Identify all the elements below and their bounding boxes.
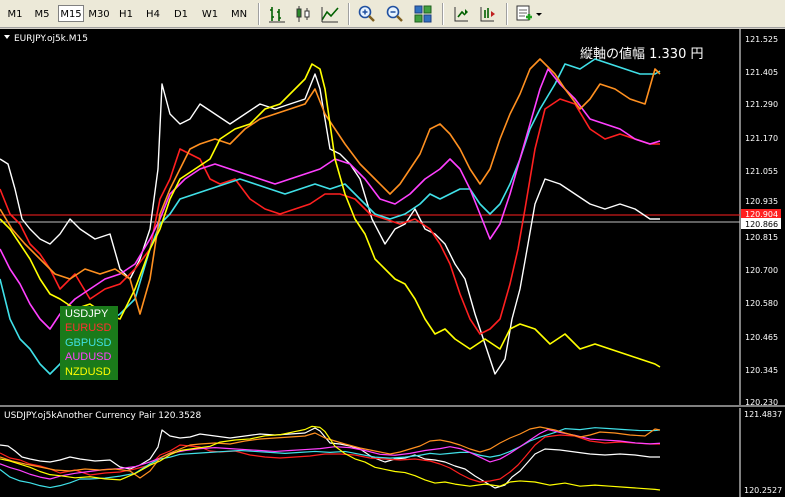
price-tick-label: 120.465 — [745, 333, 778, 342]
auto-scroll-icon[interactable] — [450, 3, 472, 25]
price-tick-label: 120.700 — [745, 266, 778, 275]
timeframe-mn[interactable]: MN — [226, 5, 252, 22]
current-price-label: 120.866 — [745, 220, 778, 229]
chart-canvas: EURJPY.oj5k.M15 縦軸の値幅 1.330 円 121.525 12… — [0, 29, 785, 497]
main-chart-title: EURJPY.oj5k.M15 — [14, 34, 88, 44]
legend-usdjpy: USDJPY — [65, 308, 109, 320]
indicators-icon[interactable] — [514, 3, 544, 25]
zoom-out-icon[interactable] — [384, 3, 406, 25]
legend-audusd: AUDUSD — [65, 351, 112, 363]
toolbar: M1 M5 M15 M30 H1 H4 D1 W1 MN — [0, 0, 785, 28]
chart-shift-icon[interactable] — [476, 3, 498, 25]
timeframe-m15[interactable]: M15 — [58, 5, 84, 22]
eurusd-series — [0, 98, 660, 335]
candlestick-chart-icon[interactable] — [292, 3, 314, 25]
legend-eurusd: EURUSD — [65, 322, 112, 334]
sub-nzdusd-series — [0, 425, 661, 491]
price-tick-label: 120.580 — [745, 299, 778, 308]
timeframe-h1[interactable]: H1 — [115, 5, 137, 22]
price-tick-label: 120.230 — [745, 398, 778, 407]
collapse-triangle-icon[interactable] — [4, 35, 10, 39]
chart-window: EURJPY.oj5k.M15 縦軸の値幅 1.330 円 121.525 12… — [0, 29, 785, 497]
price-tick-label: 121.170 — [745, 134, 778, 143]
price-tick-label: 120.935 — [745, 197, 778, 206]
bid-price-label: 120.904 — [745, 210, 778, 219]
price-tick-label: 120.345 — [745, 366, 778, 375]
audusd-series — [0, 68, 661, 330]
sub-price-low: 120.2527 — [744, 486, 782, 495]
legend-gbpusd: GBPUSD — [65, 337, 112, 349]
sub-series-group — [0, 425, 661, 491]
price-tick-label: 121.525 — [745, 35, 778, 44]
price-tick-label: 120.815 — [745, 233, 778, 242]
timeframe-m30[interactable]: M30 — [86, 5, 112, 22]
range-text: 縦軸の値幅 1.330 円 — [580, 46, 703, 62]
timeframe-m1[interactable]: M1 — [4, 5, 26, 22]
price-tick-label: 121.055 — [745, 167, 778, 176]
tile-windows-icon[interactable] — [412, 3, 434, 25]
eurjpy-series — [0, 58, 661, 315]
sub-eurusd-series — [0, 434, 660, 483]
timeframe-d1[interactable]: D1 — [170, 5, 192, 22]
timeframe-h4[interactable]: H4 — [142, 5, 164, 22]
legend: USDJPY EURUSD GBPUSD AUDUSD NZDUSD — [60, 306, 118, 380]
toolbar-separator — [506, 3, 508, 25]
legend-nzdusd: NZDUSD — [65, 366, 111, 378]
bar-chart-icon[interactable] — [266, 3, 288, 25]
toolbar-separator — [348, 3, 350, 25]
price-tick-label: 121.290 — [745, 100, 778, 109]
toolbar-separator — [442, 3, 444, 25]
line-chart-icon[interactable] — [319, 3, 341, 25]
zoom-in-icon[interactable] — [356, 3, 378, 25]
price-tick-label: 121.405 — [745, 68, 778, 77]
sub-chart-title: USDJPY.oj5kAnother Currency Pair 120.352… — [4, 411, 202, 421]
sub-price-high: 121.4837 — [744, 410, 782, 419]
toolbar-separator — [258, 3, 260, 25]
timeframe-w1[interactable]: W1 — [198, 5, 222, 22]
timeframe-m5[interactable]: M5 — [31, 5, 53, 22]
